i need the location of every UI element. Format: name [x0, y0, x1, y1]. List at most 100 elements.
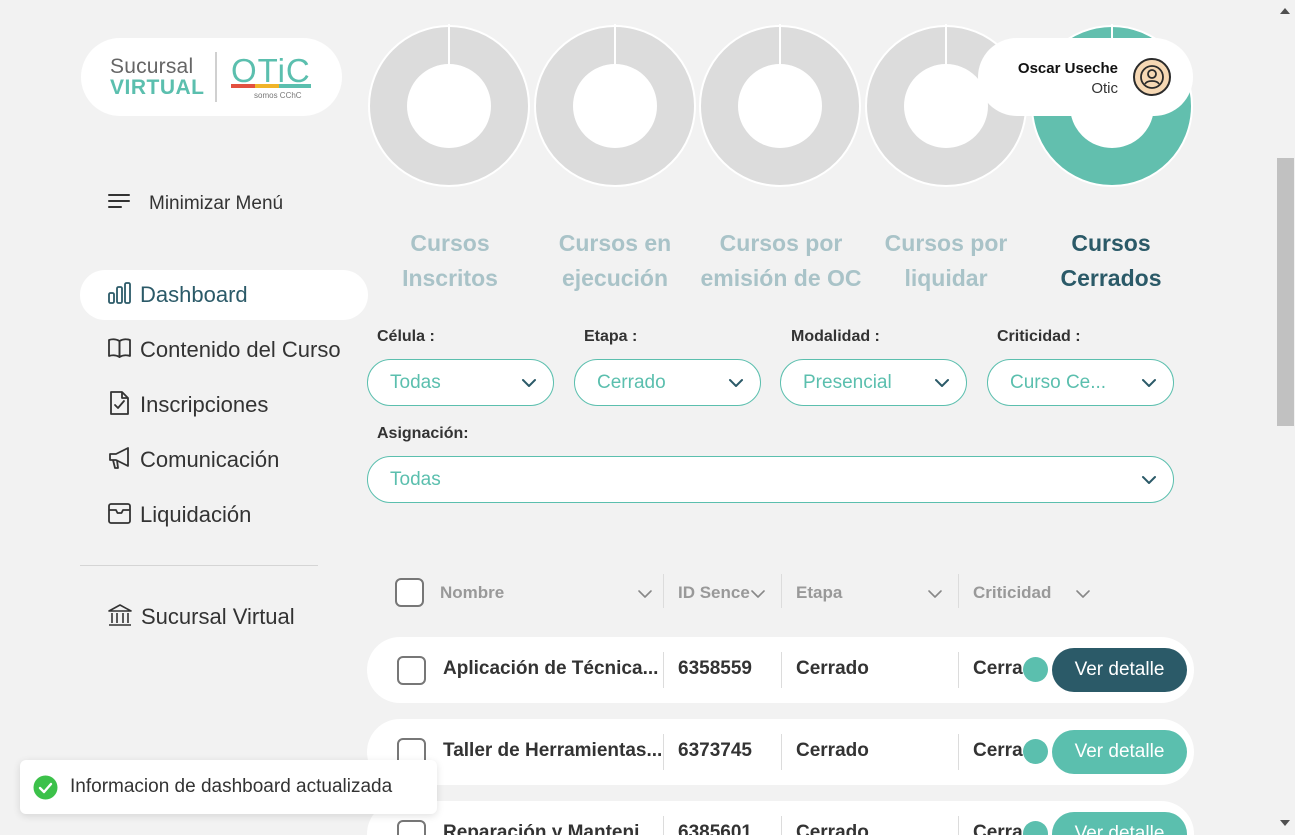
column-header-nombre[interactable]: Nombre [440, 583, 504, 603]
column-divider [663, 652, 664, 688]
column-header-criticidad[interactable]: Criticidad [973, 583, 1051, 603]
select-all-checkbox[interactable] [395, 578, 424, 607]
filter-label-modalidad: Modalidad : [791, 328, 880, 345]
row-name: Taller de Herramientas... [443, 740, 663, 761]
minimize-menu-button[interactable]: Minimizar Menú [107, 192, 283, 215]
row-etapa: Cerrado [796, 740, 869, 761]
minimize-menu-label: Minimizar Menú [149, 192, 284, 214]
sidebar-item-label: Sucursal Virtual [141, 604, 295, 629]
chevron-down-icon [1141, 375, 1157, 396]
summary-label-emision-oc[interactable]: Cursos por emisión de OC [690, 226, 872, 296]
filter-criticidad-select[interactable]: Curso Ce... [987, 359, 1174, 406]
select-value: Todas [390, 372, 441, 393]
brand-divider [215, 52, 217, 102]
sidebar-item-label: Dashboard [140, 282, 248, 307]
ver-detalle-button[interactable]: Ver detalle [1052, 812, 1187, 835]
chevron-down-icon [1141, 472, 1157, 493]
chevron-down-icon[interactable] [1075, 586, 1091, 607]
sidebar-item-contenido[interactable]: Contenido del Curso [80, 325, 368, 375]
row-checkbox[interactable] [397, 656, 426, 685]
chevron-down-icon[interactable] [750, 586, 766, 607]
filter-modalidad-select[interactable]: Presencial [780, 359, 967, 406]
row-checkbox[interactable] [397, 820, 426, 835]
row-id-sence: 6385601 [678, 822, 752, 835]
summary-label-line: liquidar [904, 265, 988, 291]
ver-detalle-button[interactable]: Ver detalle [1052, 648, 1187, 692]
row-etapa: Cerrado [796, 658, 869, 679]
filter-label-criticidad: Criticidad : [997, 328, 1081, 345]
summary-label-line: Cursos en [558, 230, 672, 256]
brand-sub: somos CChC [254, 91, 302, 100]
brand-logo[interactable]: Sucursal VIRTUAL OTiC somos CChC [81, 38, 342, 116]
brand-color-bar [231, 84, 311, 88]
column-divider [958, 574, 959, 608]
donut-emision-oc[interactable] [698, 24, 862, 188]
column-divider [781, 816, 782, 835]
toast-notification[interactable]: Informacion de dashboard actualizada [20, 760, 437, 814]
status-dot [1023, 739, 1048, 764]
ver-detalle-button[interactable]: Ver detalle [1052, 730, 1187, 774]
sidebar-item-sucursal-virtual[interactable]: Sucursal Virtual [80, 592, 368, 642]
sidebar-item-label: Contenido del Curso [140, 337, 341, 362]
sidebar-item-liquidacion[interactable]: Liquidación [80, 490, 368, 540]
summary-label-cerrados[interactable]: Cursos Cerrados [1026, 226, 1196, 296]
sidebar-item-label: Comunicación [140, 447, 280, 472]
chevron-down-icon[interactable] [927, 586, 943, 607]
sidebar-item-dashboard[interactable]: Dashboard [80, 270, 368, 320]
select-value: Todas [390, 469, 441, 490]
summary-label-en-ejecucion[interactable]: Cursos en ejecución [530, 226, 700, 296]
user-avatar-icon[interactable] [1133, 58, 1171, 96]
summary-label-line: Cursos [1071, 230, 1151, 256]
donut-inscritos[interactable] [367, 24, 531, 188]
summary-label-line: Cursos por [719, 230, 843, 256]
scroll-up-arrow-icon[interactable] [1280, 8, 1290, 14]
bar-chart-icon [107, 281, 132, 310]
sidebar-item-inscripciones[interactable]: Inscripciones [80, 380, 368, 430]
row-name: Aplicación de Técnica... [443, 658, 659, 679]
toast-message: Informacion de dashboard actualizada [70, 776, 393, 797]
donut-en-ejecucion[interactable] [533, 24, 697, 188]
sidebar-item-label: Liquidación [140, 502, 252, 527]
select-value: Cerrado [597, 372, 666, 393]
chevron-down-icon [934, 375, 950, 396]
summary-label-line: Cursos por [884, 230, 1008, 256]
check-circle-icon [33, 775, 58, 805]
column-divider [781, 734, 782, 770]
filter-celula-select[interactable]: Todas [367, 359, 554, 406]
filter-label-asignacion: Asignación: [377, 425, 469, 442]
scroll-down-arrow-icon[interactable] [1280, 820, 1290, 826]
brand-wordmark: Sucursal VIRTUAL [110, 56, 205, 98]
chevron-down-icon[interactable] [637, 586, 653, 607]
chevron-down-icon [728, 375, 744, 396]
summary-label-inscritos[interactable]: Cursos Inscritos [365, 226, 535, 296]
row-id-sence: 6373745 [678, 740, 752, 761]
summary-label-por-liquidar[interactable]: Cursos por liquidar [861, 226, 1031, 296]
summary-label-line: emisión de OC [700, 265, 862, 291]
user-name: Oscar Useche [1017, 60, 1118, 77]
filter-label-celula: Célula : [377, 328, 435, 345]
table-row[interactable]: Reparación y Manteni... 6385601 Cerrado … [367, 801, 1194, 835]
scrollbar-thumb[interactable] [1277, 158, 1294, 426]
column-divider [781, 652, 782, 688]
column-header-etapa[interactable]: Etapa [796, 583, 842, 603]
sidebar-item-comunicacion[interactable]: Comunicación [80, 435, 368, 485]
filter-etapa-select[interactable]: Cerrado [574, 359, 761, 406]
filter-label-etapa: Etapa : [584, 328, 638, 345]
user-menu[interactable]: Oscar Useche Otic [978, 38, 1193, 116]
archive-box-icon [107, 501, 132, 530]
row-name: Reparación y Manteni... [443, 822, 656, 835]
filter-asignacion-select[interactable]: Todas [367, 456, 1174, 503]
row-id-sence: 6358559 [678, 658, 752, 679]
row-etapa: Cerrado [796, 822, 869, 835]
select-value: Curso Ce... [1010, 372, 1107, 393]
table-row[interactable]: Taller de Herramientas... 6373745 Cerrad… [367, 719, 1194, 785]
document-check-icon [107, 390, 132, 421]
column-divider [958, 734, 959, 770]
column-divider [663, 816, 664, 835]
summary-label-line: Cursos [410, 230, 490, 256]
bank-icon [107, 602, 133, 633]
book-icon [107, 336, 132, 365]
column-header-id-sence[interactable]: ID Sence [678, 583, 750, 603]
column-divider [663, 574, 664, 608]
table-row[interactable]: Aplicación de Técnica... 6358559 Cerrado… [367, 637, 1194, 703]
